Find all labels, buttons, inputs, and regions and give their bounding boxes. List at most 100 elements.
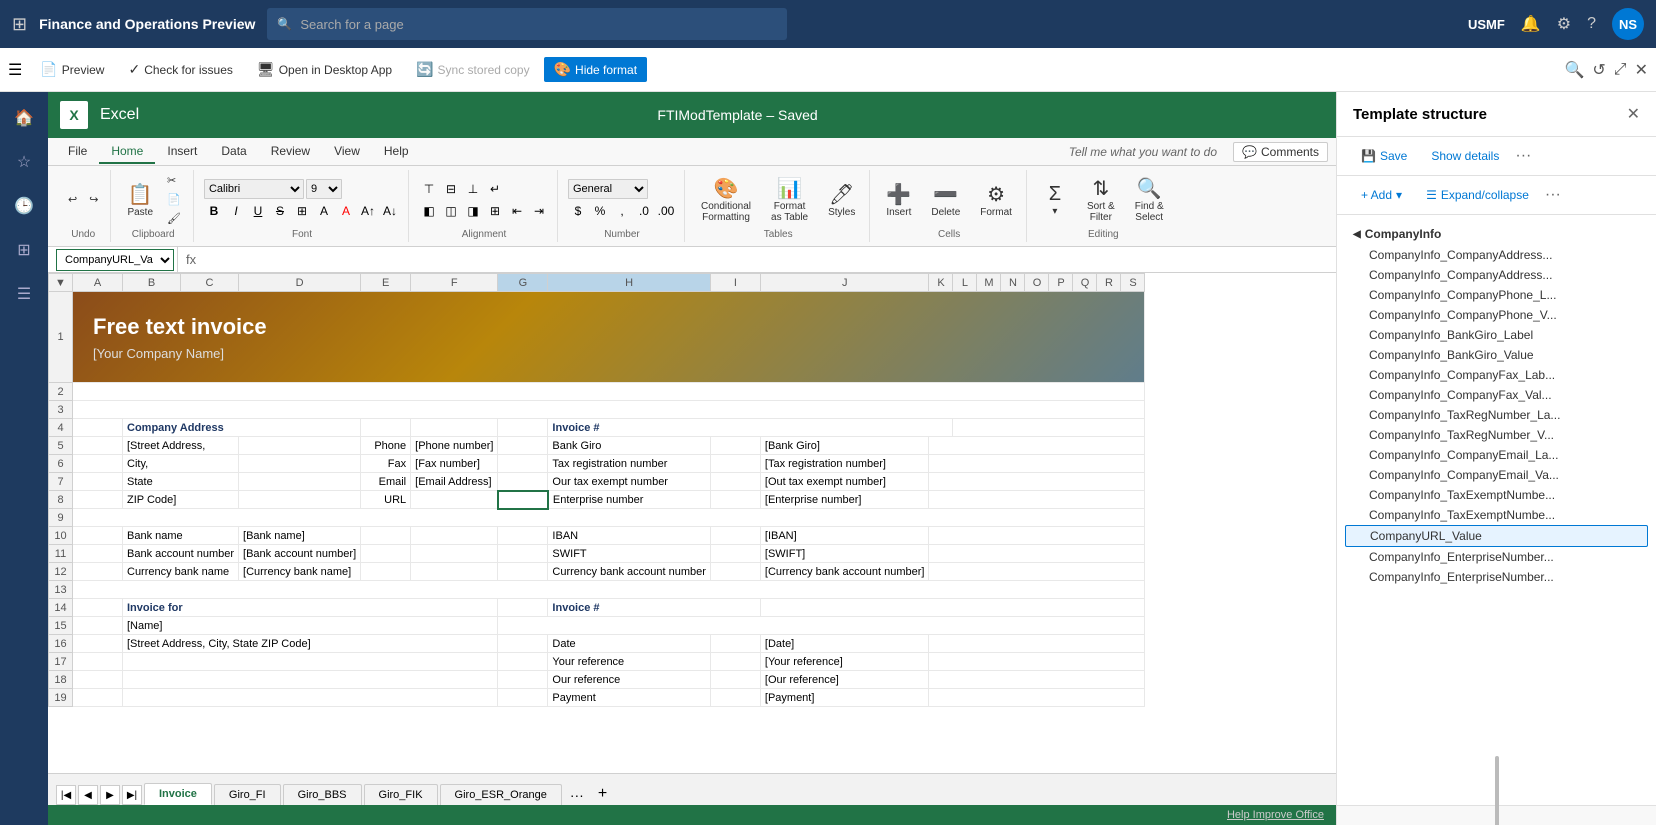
sidebar-list-icon[interactable]: ☰ — [6, 276, 42, 312]
tree-item-3[interactable]: CompanyInfo_CompanyPhone_V... — [1337, 305, 1656, 325]
col-header-j[interactable]: J — [760, 274, 929, 292]
cell-8e[interactable]: URL — [361, 491, 411, 509]
tree-item-8[interactable]: CompanyInfo_TaxRegNumber_La... — [1337, 405, 1656, 425]
cell-19g[interactable] — [498, 689, 548, 707]
cell-10h[interactable]: IBAN — [548, 527, 710, 545]
close-toolbar-icon[interactable]: ✕ — [1635, 60, 1648, 80]
cell-4a[interactable] — [73, 419, 123, 437]
cell-8f[interactable] — [411, 491, 498, 509]
add-button[interactable]: + Add ▾ — [1353, 184, 1410, 206]
tree-item-9[interactable]: CompanyInfo_TaxRegNumber_V... — [1337, 425, 1656, 445]
cell-8d[interactable] — [239, 491, 361, 509]
row-3-cell[interactable] — [73, 401, 1145, 419]
tree-collapse-arrow[interactable]: ◀ — [1353, 229, 1361, 240]
tab-insert[interactable]: Insert — [155, 140, 209, 164]
tab-giro-esr[interactable]: Giro_ESR_Orange — [440, 784, 562, 805]
cell-10e[interactable] — [361, 527, 411, 545]
delete-button[interactable]: ➖ Delete — [925, 180, 966, 220]
panel-header-more[interactable]: ··· — [1515, 147, 1531, 165]
currency-button[interactable]: $ — [568, 201, 588, 221]
tab-invoice[interactable]: Invoice — [144, 783, 212, 805]
tree-item-4[interactable]: CompanyInfo_BankGiro_Label — [1337, 325, 1656, 345]
cell-19rest[interactable] — [929, 689, 1145, 707]
cell-5h[interactable]: Bank Giro — [548, 437, 710, 455]
cell-7h[interactable]: Our tax exempt number — [548, 473, 710, 491]
cell-17a[interactable] — [73, 653, 123, 671]
cell-8j[interactable]: [Enterprise number] — [760, 491, 929, 509]
tree-item-11[interactable]: CompanyInfo_CompanyEmail_Va... — [1337, 465, 1656, 485]
cell-11d[interactable]: [Bank account number] — [239, 545, 361, 563]
cell-18b[interactable] — [123, 671, 498, 689]
cell-6h[interactable]: Tax registration number — [548, 455, 710, 473]
cell-15b[interactable]: [Name] — [123, 617, 498, 635]
search-input[interactable] — [300, 17, 777, 32]
increase-font-button[interactable]: A↑ — [358, 201, 378, 221]
show-details-button[interactable]: Show details — [1423, 145, 1507, 167]
cell-17h[interactable]: Your reference — [548, 653, 710, 671]
cell-18a[interactable] — [73, 671, 123, 689]
cell-6j[interactable]: [Tax registration number] — [760, 455, 929, 473]
tab-help[interactable]: Help — [372, 140, 421, 164]
col-header-b[interactable]: B — [123, 274, 181, 292]
insert-button[interactable]: ➕ Insert — [880, 180, 917, 220]
cell-16a[interactable] — [73, 635, 123, 653]
cell-16h[interactable]: Date — [548, 635, 710, 653]
cell-18i[interactable] — [710, 671, 760, 689]
indent-dec-button[interactable]: ⇤ — [507, 201, 527, 221]
col-header-l[interactable]: L — [953, 274, 977, 292]
cell-10d[interactable]: [Bank name] — [239, 527, 361, 545]
cut-button[interactable]: ✂ — [163, 172, 185, 189]
spreadsheet-container[interactable]: ▼ A B C D E F G H I J K L M N — [48, 273, 1336, 773]
cell-11e[interactable] — [361, 545, 411, 563]
popout-icon[interactable]: ⤢ — [1614, 61, 1627, 79]
cell-12g[interactable] — [498, 563, 548, 581]
cell-14rest[interactable] — [760, 599, 1145, 617]
find-select-button[interactable]: 🔍 Find &Select — [1129, 174, 1170, 225]
copy-button[interactable]: 📄 — [163, 191, 185, 208]
tab-nav-next[interactable]: ▶ — [100, 785, 120, 805]
cell-11rest[interactable] — [929, 545, 1145, 563]
font-name-select[interactable]: Calibri — [204, 179, 304, 199]
col-header-h[interactable]: H — [548, 274, 710, 292]
expand-collapse-button[interactable]: ☰ Expand/collapse — [1418, 184, 1537, 206]
tab-giro-fik[interactable]: Giro_FIK — [364, 784, 438, 805]
cell-6d[interactable] — [239, 455, 361, 473]
autosum-button[interactable]: Σ ▾ — [1037, 181, 1073, 219]
col-header-e[interactable]: E — [361, 274, 411, 292]
preview-button[interactable]: 📄 Preview — [30, 57, 114, 82]
merge-button[interactable]: ⊞ — [485, 201, 505, 221]
check-issues-button[interactable]: ✓ Check for issues — [118, 57, 242, 82]
cell-10g[interactable] — [498, 527, 548, 545]
percent-button[interactable]: % — [590, 201, 610, 221]
cell-12i[interactable] — [710, 563, 760, 581]
refresh-icon[interactable]: ↺ — [1592, 60, 1605, 80]
cell-7i[interactable] — [710, 473, 760, 491]
tab-more-button[interactable]: ··· — [564, 785, 590, 805]
cell-14h[interactable]: Invoice # — [548, 599, 760, 617]
cell-16g[interactable] — [498, 635, 548, 653]
cell-11h[interactable]: SWIFT — [548, 545, 710, 563]
number-format-select[interactable]: General — [568, 179, 648, 199]
col-header-o[interactable]: O — [1025, 274, 1049, 292]
cell-6f[interactable]: [Fax number] — [411, 455, 498, 473]
redo-button[interactable]: ↪ — [85, 191, 102, 208]
decrease-decimal-button[interactable]: .0 — [634, 201, 654, 221]
gear-icon[interactable]: ⚙ — [1557, 14, 1571, 34]
col-header-q[interactable]: Q — [1073, 274, 1097, 292]
tab-giro-bbs[interactable]: Giro_BBS — [283, 784, 362, 805]
search-toolbar-icon[interactable]: 🔍 — [1564, 60, 1584, 80]
cell-15rest[interactable] — [498, 617, 1145, 635]
cell-4e[interactable] — [361, 419, 411, 437]
cell-17b[interactable] — [123, 653, 498, 671]
cell-12d[interactable]: [Currency bank name] — [239, 563, 361, 581]
italic-button[interactable]: I — [226, 201, 246, 221]
tree-item-0[interactable]: CompanyInfo_CompanyAddress... — [1337, 245, 1656, 265]
cell-5i[interactable] — [710, 437, 760, 455]
underline-button[interactable]: U — [248, 201, 268, 221]
row-9-cell[interactable] — [73, 509, 1145, 527]
bell-icon[interactable]: 🔔 — [1521, 14, 1541, 34]
cell-7a[interactable] — [73, 473, 123, 491]
tell-me-input[interactable]: Tell me what you want to do — [1069, 145, 1217, 159]
cell-19a[interactable] — [73, 689, 123, 707]
cell-12e[interactable] — [361, 563, 411, 581]
